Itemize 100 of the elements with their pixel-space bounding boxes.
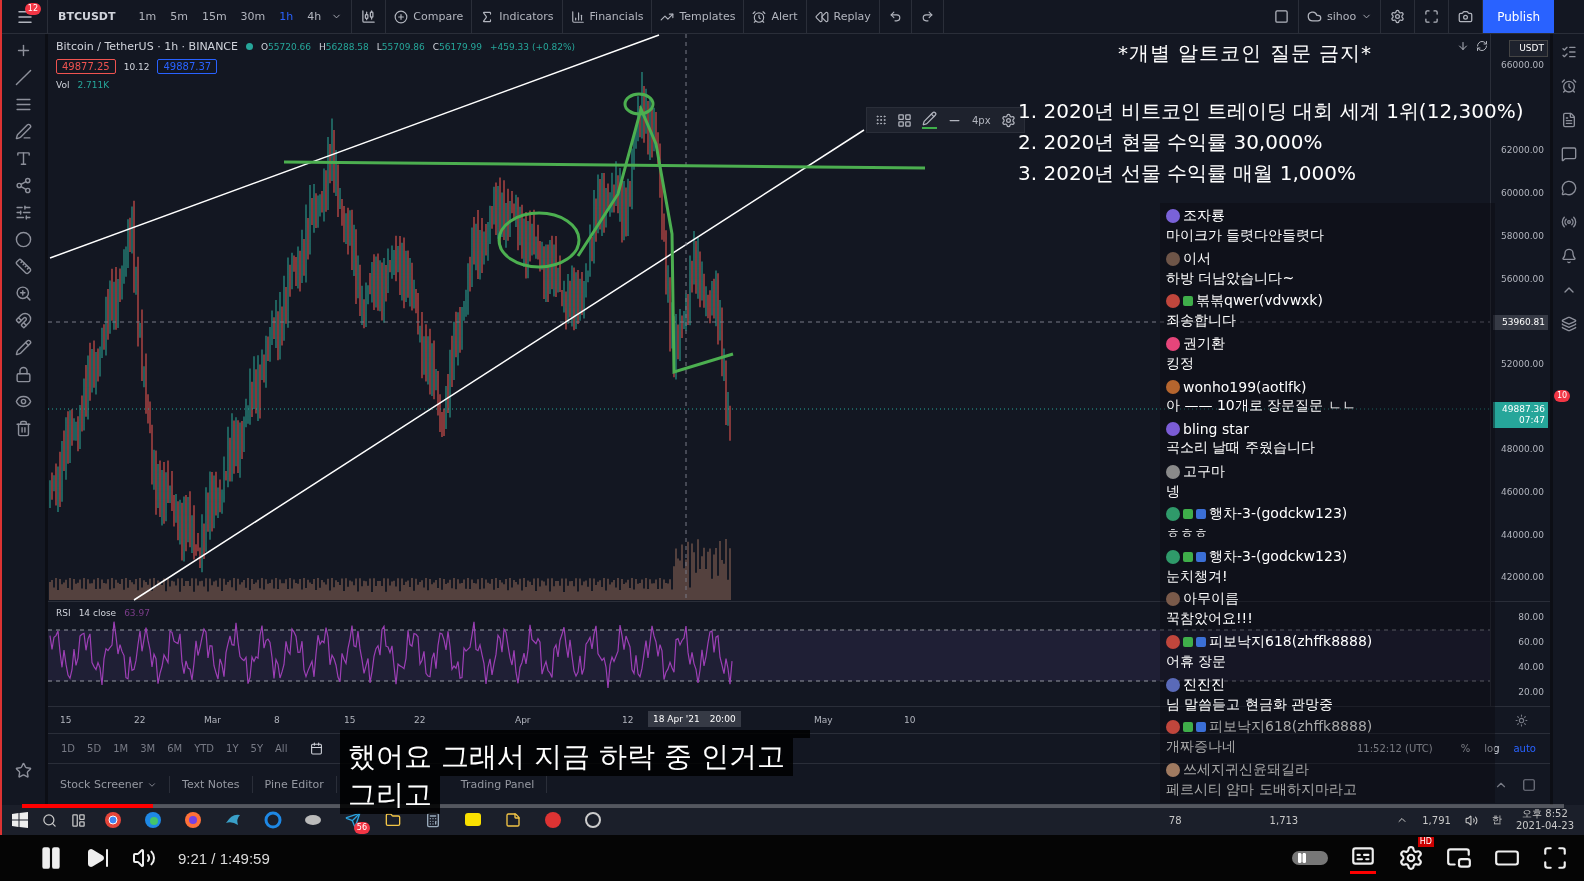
interval-tab[interactable]: 1h xyxy=(275,10,298,23)
calculator-icon[interactable] xyxy=(425,812,441,828)
settings-button[interactable] xyxy=(1398,845,1424,871)
range-button[interactable]: 3M xyxy=(135,743,161,754)
volume-icon[interactable] xyxy=(1464,813,1478,827)
range-button[interactable]: 1Y xyxy=(221,743,244,754)
toolbar-button[interactable]: Replay xyxy=(806,0,880,33)
range-button[interactable]: 1D xyxy=(56,743,81,754)
bell-icon[interactable] xyxy=(1560,248,1577,264)
alarm-icon[interactable] xyxy=(1560,78,1577,94)
hand-drawn-circle xyxy=(623,92,655,116)
undo-icon[interactable] xyxy=(888,10,902,23)
range-button[interactable]: YTD xyxy=(189,743,220,754)
settings-icon[interactable] xyxy=(1390,9,1406,24)
fullscreen-icon[interactable] xyxy=(1424,9,1440,24)
pencil-icon[interactable] xyxy=(15,339,32,356)
watchlist-icon[interactable] xyxy=(1560,44,1577,60)
pen-icon[interactable] xyxy=(15,123,32,140)
miniplayer-button[interactable] xyxy=(1446,845,1472,871)
redo-icon[interactable] xyxy=(920,10,934,23)
sun-icon[interactable] xyxy=(1515,714,1528,727)
sell-price[interactable]: 49877.25 xyxy=(56,59,116,74)
lines-icon[interactable] xyxy=(15,96,32,113)
scale-option[interactable]: auto xyxy=(1507,743,1542,754)
layout-icon[interactable] xyxy=(1274,9,1289,24)
interval-tab[interactable]: 15m xyxy=(197,10,231,23)
interval-tab[interactable]: 1m xyxy=(134,10,161,23)
chat-bubble-icon[interactable] xyxy=(1560,180,1577,196)
toolbar-button[interactable]: Templates xyxy=(652,0,745,33)
search-icon[interactable] xyxy=(42,812,57,828)
panel-tab[interactable]: Stock Screener xyxy=(48,776,171,793)
ruler-icon[interactable] xyxy=(15,258,32,275)
layout-name-button[interactable]: sihoo xyxy=(1299,0,1382,33)
browser-icon[interactable] xyxy=(144,811,162,829)
browser-icon[interactable] xyxy=(104,811,122,829)
toolbar-button[interactable]: Financials xyxy=(562,0,653,33)
panel-tab[interactable]: Text Notes xyxy=(170,776,253,793)
arrow-down-icon[interactable] xyxy=(1457,40,1469,52)
trash-icon[interactable] xyxy=(15,420,32,437)
publish-button[interactable]: Publish xyxy=(1483,0,1554,33)
circle-icon[interactable] xyxy=(15,231,32,248)
app-icon[interactable] xyxy=(584,811,602,829)
buy-price[interactable]: 49887.37 xyxy=(157,59,218,74)
folder-icon[interactable] xyxy=(385,812,401,828)
pencil-icon[interactable] xyxy=(922,111,937,126)
text-icon[interactable] xyxy=(15,150,32,167)
windows-logo-icon[interactable] xyxy=(12,812,28,828)
symbol-name[interactable]: BTCUSDT xyxy=(48,10,126,23)
eye-icon[interactable] xyxy=(15,393,32,410)
task-view-icon[interactable] xyxy=(71,812,86,828)
camera-icon[interactable] xyxy=(1458,9,1474,24)
chat-icon[interactable] xyxy=(1560,146,1577,162)
line-width-value[interactable]: 4px xyxy=(972,114,991,126)
refresh-icon[interactable] xyxy=(1476,40,1488,52)
broadcast-icon[interactable] xyxy=(1560,214,1577,230)
pattern-icon[interactable] xyxy=(15,177,32,194)
grid-icon[interactable] xyxy=(897,112,912,128)
range-button[interactable]: All xyxy=(270,743,293,754)
interval-tab[interactable]: 4h xyxy=(303,10,326,23)
sliders-icon[interactable] xyxy=(15,204,32,221)
fullscreen-button[interactable] xyxy=(1542,845,1568,871)
layers-icon[interactable] xyxy=(1560,316,1577,332)
scale-option[interactable]: % xyxy=(1454,743,1477,754)
speech-bubble-icon[interactable] xyxy=(464,812,482,828)
grip-icon[interactable] xyxy=(875,114,887,126)
currency-label[interactable]: USDT xyxy=(1509,40,1548,57)
chat-text: 마이크가 들렷다안들렷다 xyxy=(1166,227,1325,246)
panel-tab[interactable]: Pine Editor xyxy=(252,776,337,793)
next-button[interactable] xyxy=(86,846,110,870)
autoplay-toggle[interactable] xyxy=(1292,851,1328,865)
scale-option[interactable]: log xyxy=(1478,743,1506,754)
line-tool-icon[interactable] xyxy=(15,69,32,86)
taskbar-clock[interactable]: 오후 8:52 2021-04-23 xyxy=(1515,808,1574,832)
toolbar-button[interactable]: Indicators xyxy=(472,0,563,33)
lock-icon[interactable] xyxy=(15,366,32,383)
range-button[interactable]: 5Y xyxy=(245,743,268,754)
magnet-icon[interactable] xyxy=(15,312,32,329)
star-icon[interactable] xyxy=(15,762,32,779)
range-button[interactable]: 1M xyxy=(108,743,134,754)
maximize-panel-icon[interactable] xyxy=(1522,777,1536,792)
candlestick-icon[interactable] xyxy=(361,9,377,24)
crosshair-price: 53960.81 xyxy=(1493,315,1548,330)
interval-tab[interactable]: 5m xyxy=(166,10,192,23)
toolbar-button[interactable]: Compare xyxy=(386,0,473,33)
range-button[interactable]: 5D xyxy=(82,743,107,754)
chat-text: 아 —— 10개로 장문질문 ㄴㄴ xyxy=(1166,396,1356,415)
time-tick: 15 xyxy=(60,715,72,725)
volume-button[interactable] xyxy=(132,846,156,870)
browser-icon[interactable] xyxy=(184,811,202,829)
input-method[interactable]: 한 xyxy=(1491,813,1502,827)
sticky-note-icon[interactable] xyxy=(505,812,521,828)
zoom-in-icon[interactable] xyxy=(15,285,32,302)
crosshair-icon[interactable] xyxy=(15,42,32,59)
toolbar-button[interactable]: Alert xyxy=(744,0,807,33)
price-tick: 46000.00 xyxy=(1501,487,1544,497)
range-button[interactable]: 6M xyxy=(162,743,188,754)
calendar-icon[interactable] xyxy=(310,742,324,755)
settings-icon[interactable] xyxy=(1000,112,1016,128)
interval-tab[interactable]: 30m xyxy=(236,10,270,23)
document-icon[interactable] xyxy=(1560,112,1577,128)
